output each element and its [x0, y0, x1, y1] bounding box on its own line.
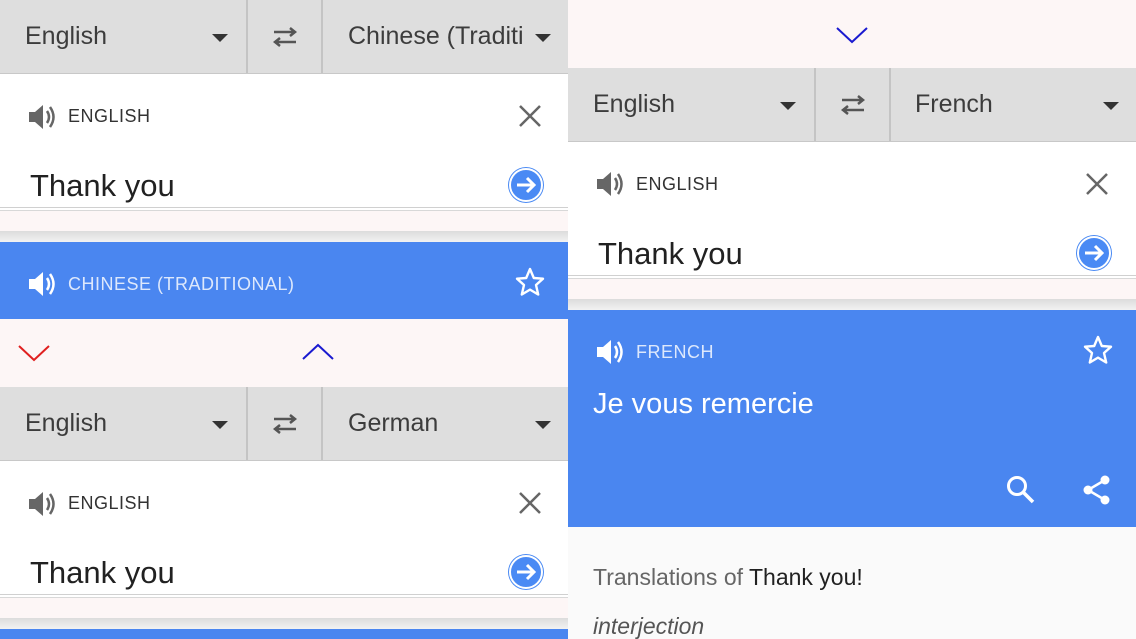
search-icon[interactable] — [1005, 474, 1037, 506]
translate-go-button[interactable] — [508, 167, 544, 203]
translate-go-button[interactable] — [1076, 235, 1112, 271]
right-panel: English French ENGLISH Thank you FRENCH … — [568, 0, 1136, 639]
swap-icon — [272, 413, 297, 434]
chevron-down-icon[interactable] — [17, 343, 51, 363]
dropdown-caret-icon — [535, 34, 551, 42]
target-language-caption: CHINESE (TRADITIONAL) — [68, 274, 295, 294]
close-icon[interactable] — [1084, 171, 1110, 197]
target-language-select[interactable]: German — [323, 387, 568, 460]
source-language-select[interactable]: English — [568, 68, 816, 141]
source-language-label: English — [593, 90, 675, 118]
result-band: CHINESE (TRADITIONAL) — [0, 242, 568, 319]
close-icon[interactable] — [517, 490, 543, 516]
card-shadow — [568, 299, 1136, 310]
swap-icon — [840, 94, 865, 115]
chevron-down-icon[interactable] — [835, 25, 869, 45]
language-bar: English French — [568, 68, 1136, 142]
language-bar: English Chinese (Traditional) — [0, 0, 568, 74]
card-shadow — [0, 231, 568, 242]
translations-of-phrase: Thank you! — [748, 564, 863, 590]
swap-icon — [272, 26, 297, 47]
input-underline — [568, 275, 1136, 276]
go-arrow-icon — [509, 168, 543, 202]
translations-of-prefix: Translations of — [593, 564, 743, 590]
share-icon[interactable] — [1081, 474, 1113, 506]
translations-section: Translations of Thank you! interjection — [568, 527, 1136, 639]
result-band — [0, 629, 568, 639]
input-card: ENGLISH Thank you — [568, 142, 1136, 279]
part-of-speech: interjection — [593, 613, 705, 639]
target-language-select[interactable]: Chinese (Traditional) — [323, 0, 568, 73]
swap-languages-button[interactable] — [816, 68, 891, 141]
source-language-label: English — [25, 409, 107, 437]
input-underline — [0, 594, 568, 595]
swap-languages-button[interactable] — [248, 387, 323, 460]
swap-languages-button[interactable] — [248, 0, 323, 73]
result-band: FRENCH Je vous remercie — [568, 310, 1136, 527]
chevron-up-icon[interactable] — [301, 342, 335, 362]
dropdown-caret-icon — [212, 421, 228, 429]
dropdown-caret-icon — [212, 34, 228, 42]
speaker-icon[interactable] — [594, 168, 626, 200]
translations-of-heading: Translations of Thank you! — [593, 564, 863, 591]
source-language-select[interactable]: English — [0, 0, 248, 73]
input-underline — [0, 207, 568, 208]
speaker-icon[interactable] — [26, 101, 58, 133]
input-text[interactable]: Thank you — [598, 236, 743, 272]
go-arrow-icon — [1077, 236, 1111, 270]
translate-go-button[interactable] — [508, 554, 544, 590]
target-language-label: German — [348, 409, 439, 437]
card-shadow — [0, 618, 568, 629]
target-language-select[interactable]: French — [891, 68, 1136, 141]
target-language-label: French — [915, 90, 993, 118]
input-card: ENGLISH Thank you — [0, 461, 568, 598]
target-language-caption: FRENCH — [636, 342, 714, 362]
star-icon[interactable] — [514, 266, 546, 298]
dropdown-caret-icon — [780, 102, 796, 110]
input-text[interactable]: Thank you — [30, 555, 175, 591]
dropdown-caret-icon — [535, 421, 551, 429]
translation-text: Je vous remercie — [593, 388, 814, 420]
close-icon[interactable] — [517, 103, 543, 129]
source-language-caption: ENGLISH — [68, 106, 151, 126]
target-language-label: Chinese (Traditional) — [348, 22, 523, 50]
speaker-icon[interactable] — [594, 336, 626, 368]
left-panel: English Chinese (Traditional) ENGLISH Th… — [0, 0, 568, 639]
input-card: ENGLISH Thank you — [0, 74, 568, 211]
go-arrow-icon — [509, 555, 543, 589]
speaker-icon[interactable] — [26, 268, 58, 300]
dropdown-caret-icon — [1103, 102, 1119, 110]
star-icon[interactable] — [1082, 334, 1114, 366]
source-language-caption: ENGLISH — [68, 493, 151, 513]
source-language-select[interactable]: English — [0, 387, 248, 460]
source-language-label: English — [25, 22, 107, 50]
speaker-icon[interactable] — [26, 488, 58, 520]
language-bar: English German — [0, 387, 568, 461]
input-text[interactable]: Thank you — [30, 168, 175, 204]
source-language-caption: ENGLISH — [636, 174, 719, 194]
